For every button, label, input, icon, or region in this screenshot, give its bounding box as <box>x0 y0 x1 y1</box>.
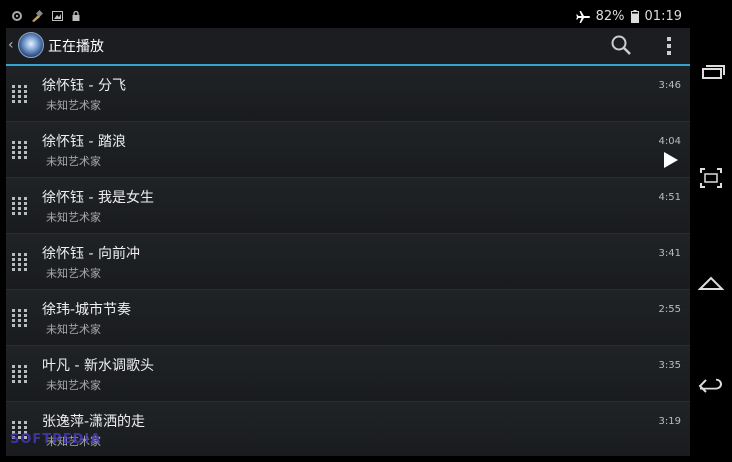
track-row[interactable]: 徐怀钰 - 分飞未知艺术家 3:46 <box>6 66 690 122</box>
status-bar: 82% 01:19 <box>6 6 690 28</box>
track-title: 徐怀钰 - 踏浪 <box>42 134 126 150</box>
page-title: 正在播放 <box>48 39 104 55</box>
track-artist: 未知艺术家 <box>46 211 101 224</box>
track-row[interactable]: 张逸萍-潇洒的走 未知艺术家 3:19 <box>6 402 690 456</box>
search-icon[interactable] <box>610 34 632 56</box>
settings-icon <box>12 11 22 21</box>
home-icon[interactable] <box>696 270 726 298</box>
screenshot-icon[interactable] <box>696 164 726 192</box>
track-duration: 3:46 <box>658 80 681 91</box>
track-row[interactable]: 叶凡 - 新水调歌头未知艺术家 3:35 <box>6 346 690 402</box>
drag-handle-icon[interactable] <box>12 197 28 215</box>
drag-handle-icon[interactable] <box>12 365 28 383</box>
track-duration: 3:19 <box>658 416 681 427</box>
action-bar: ‹ 正在播放 <box>6 28 690 66</box>
flashlight-icon <box>32 10 43 22</box>
device-frame: 82% 01:19 ‹ 正在播放 徐怀钰 - 分飞 未知艺术家 3:46 徐怀钰 - … <box>0 0 732 462</box>
battery-icon <box>630 10 639 23</box>
drag-handle-icon[interactable] <box>12 85 28 103</box>
track-row[interactable]: 徐怀钰 - 我是女生未知艺术家 4:51 <box>6 178 690 234</box>
drag-handle-icon[interactable] <box>12 253 28 271</box>
track-title: 徐怀钰 - 分飞 <box>42 78 126 94</box>
overflow-menu-icon[interactable] <box>666 34 672 56</box>
track-duration: 3:35 <box>658 360 681 371</box>
chevron-left-icon[interactable]: ‹ <box>8 37 14 53</box>
app-icon[interactable] <box>18 32 44 58</box>
airplane-mode-icon <box>575 10 590 23</box>
track-title: 叶凡 - 新水调歌头 <box>42 358 154 374</box>
track-title: 徐怀钰 - 向前冲 <box>42 246 140 262</box>
track-artist: 未知艺术家 <box>46 267 101 280</box>
track-row[interactable]: 徐玮-城市节奏未知艺术家 2:55 <box>6 290 690 346</box>
image-icon <box>52 11 63 21</box>
clock: 01:19 <box>644 9 682 24</box>
watermark: SOFTPEDIA <box>10 432 102 447</box>
track-row[interactable]: 徐怀钰 - 踏浪未知艺术家 4:04 <box>6 122 690 178</box>
track-title: 徐玮-城市节奏 <box>42 302 132 318</box>
battery-percent: 82% <box>595 9 625 24</box>
screen: 82% 01:19 ‹ 正在播放 徐怀钰 - 分飞 未知艺术家 3:46 徐怀钰 - … <box>6 6 690 456</box>
track-duration: 4:51 <box>658 192 681 203</box>
track-duration: 4:04 <box>658 136 681 147</box>
back-icon[interactable] <box>696 372 726 400</box>
track-duration: 3:41 <box>658 248 681 259</box>
lock-icon <box>72 11 80 21</box>
status-bar-notifications <box>12 10 80 22</box>
status-bar-system: 82% 01:19 <box>575 9 682 24</box>
track-duration: 2:55 <box>658 304 681 315</box>
drag-handle-icon[interactable] <box>12 141 28 159</box>
drag-handle-icon[interactable] <box>12 309 28 327</box>
track-artist: 未知艺术家 <box>46 155 101 168</box>
track-artist: 未知艺术家 <box>46 323 101 336</box>
track-title: 张逸萍-潇洒的走 <box>42 414 146 430</box>
now-playing-icon <box>664 152 678 168</box>
track-row[interactable]: 徐怀钰 - 向前冲未知艺术家 3:41 <box>6 234 690 290</box>
track-artist: 未知艺术家 <box>46 379 101 392</box>
track-title: 徐怀钰 - 我是女生 <box>42 190 154 206</box>
navigation-bar <box>690 0 732 462</box>
recent-apps-icon[interactable] <box>696 58 726 86</box>
track-artist: 未知艺术家 <box>46 99 101 112</box>
